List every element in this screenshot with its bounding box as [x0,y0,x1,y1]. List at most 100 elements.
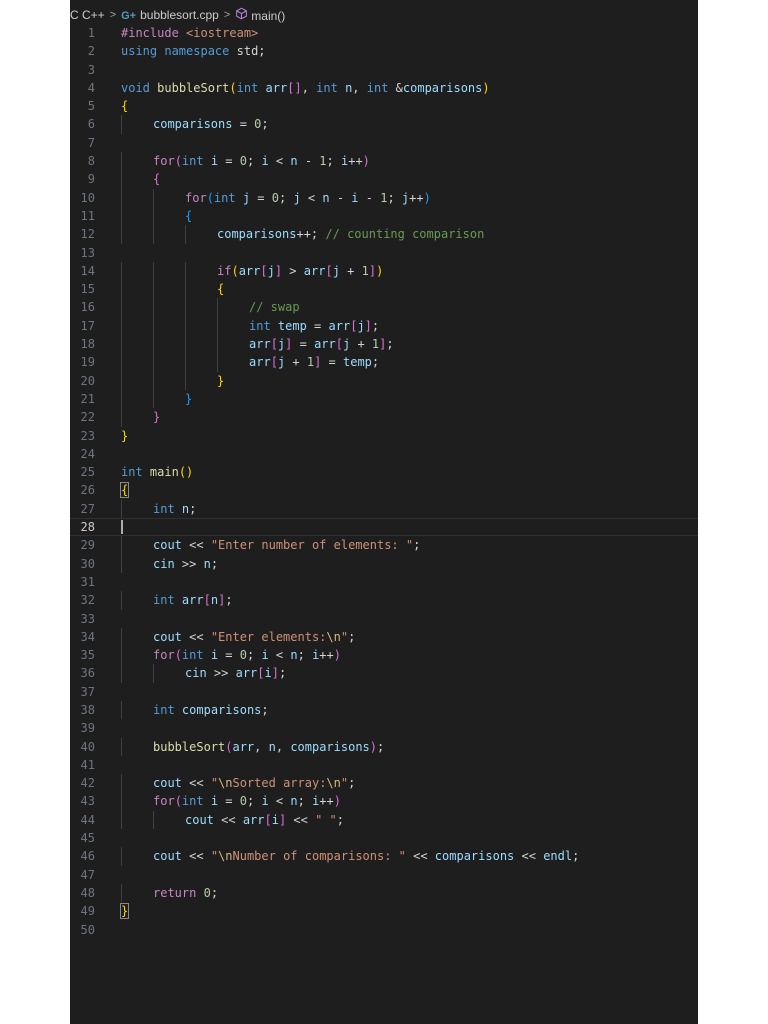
code-line[interactable]: 19 arr[j + 1] = temp; [70,353,698,372]
code-line[interactable]: 34 cout << "Enter elements:\n"; [70,627,698,647]
code-token: ) [423,190,431,205]
code-line[interactable]: 14 if(arr[j] > arr[j + 1]) [70,261,698,281]
code-token: , [352,80,367,95]
code-line[interactable]: 26 { [70,481,698,499]
code-line[interactable]: 31 [70,573,698,591]
code-line[interactable]: 9{ [70,170,698,189]
code-text: { [185,207,192,225]
code-line[interactable]: 8 for(int i = 0; i < n - 1; i++) [70,152,698,171]
code-line[interactable]: 46 cout << "\nNumber of comparisons: " <<… [70,847,698,866]
code-token: ; [572,849,580,864]
indent-guide [153,371,154,390]
code-token: if [217,263,232,278]
code-line[interactable]: 48 return 0; [70,883,698,903]
code-line[interactable]: 6 comparisons = 0; [70,115,698,134]
indent-guide [121,280,122,299]
code-token: // counting comparison [325,227,485,242]
breadcrumb-language[interactable]: C C++ [70,8,105,22]
line-number: 23 [80,428,95,443]
code-token: n [268,739,276,754]
code-line[interactable]: 24 [70,445,698,463]
code-token: ; [386,337,394,352]
code-line[interactable]: 47 [70,866,698,884]
code-line[interactable]: 37 [70,683,698,701]
indent-guide [121,316,122,336]
code-token: ++; [296,227,326,242]
code-token: n [322,190,330,205]
code-area[interactable]: 1 #include <iostream> 2 using namespace std… [70,24,698,939]
code-token: - [358,190,381,205]
code-line[interactable]: 45 [70,829,698,847]
code-token: ) [333,648,341,663]
code-editor[interactable]: C C++ > G+ bubblesort.cpp > main() 1 #incl… [70,0,698,1024]
code-line[interactable]: 1 #include <iostream> [70,24,698,42]
code-line[interactable]: 50 [70,921,698,939]
code-line[interactable]: 13 [70,244,698,262]
code-line[interactable]: 5{ [70,97,698,115]
code-token: ; [297,794,313,809]
code-line[interactable]: 42 cout << "\nSorted array:\n"; [70,774,698,793]
code-line[interactable]: 41 [70,756,698,774]
code-line[interactable]: 43 for(int i = 0; i < n; i++) [70,792,698,811]
code-text: int comparisons; [153,701,269,719]
code-line[interactable]: 10 for(int j = 0; j < n - i - 1; j++) [70,188,698,207]
code-line[interactable]: 38 int comparisons; [70,700,698,720]
code-token: \n [326,629,341,644]
code-token: " [210,776,219,791]
line-number: 4 [87,80,95,95]
code-line[interactable]: 22} [70,408,698,427]
code-line[interactable]: 29 cout << "Enter number of elements: "; [70,536,698,555]
code-token: - [329,190,352,205]
code-line[interactable]: 16 // swap [70,298,698,317]
code-token: j [357,318,365,333]
code-text: int n; [153,500,196,518]
code-line[interactable]: 12 comparisons++; // counting comparison [70,225,698,244]
code-line[interactable]: 32 int arr[n]; [70,591,698,610]
code-token: n [203,556,211,571]
code-line[interactable]: 25 int main() [70,463,698,481]
code-token: for [153,154,175,169]
code-token: + [339,263,362,278]
code-token: = [250,190,272,205]
code-line[interactable]: 7 [70,134,698,152]
code-line[interactable]: 17 int temp = arr[j]; [70,316,698,336]
code-line[interactable]: 35 for(int i = 0; i < n; i++) [70,646,698,665]
code-token: arr [232,739,255,754]
code-text: int main() [121,463,193,481]
code-line[interactable]: 15 { [70,280,698,299]
code-line[interactable]: 18 arr[j] = arr[j + 1]; [70,335,698,354]
code-token: arr [249,337,271,352]
code-token: { [153,172,161,187]
code-line[interactable]: 11 { [70,206,698,226]
code-token: i [271,812,279,827]
code-line[interactable]: 3 [70,61,698,79]
code-token: std; [229,44,266,59]
code-line[interactable]: 4 void bubbleSort(int arr[], int n, int &… [70,79,698,97]
code-token: 0 [271,190,279,205]
code-line[interactable]: 33 [70,610,698,628]
code-line[interactable]: 2 using namespace std; [70,42,698,60]
code-token: i [210,648,219,663]
code-line[interactable]: 21} [70,389,698,409]
line-number: 34 [80,629,95,644]
line-number: 19 [80,355,95,370]
code-text: { [119,481,130,499]
code-token: cout [153,849,182,864]
code-line[interactable]: 44 cout << arr[i] << " "; [70,810,698,830]
code-line[interactable]: 23} [70,427,698,445]
indent-guide [153,810,154,830]
code-line[interactable]: 27 int n; [70,499,698,519]
breadcrumb-symbol[interactable]: main() [235,7,285,23]
code-token: ; [348,776,356,791]
code-line[interactable]: 49} [70,902,698,920]
breadcrumb-file[interactable]: G+ bubblesort.cpp [121,8,219,22]
code-line[interactable]: 36 cin >> arr[i]; [70,664,698,683]
code-line[interactable]: 20} [70,371,698,390]
code-line[interactable]: 39 [70,719,698,737]
code-line[interactable]: 40 bubbleSort(arr, n, comparisons); [70,737,698,756]
code-token: ; [279,190,294,205]
code-line[interactable]: 30 cin >> n; [70,554,698,573]
code-token: ; [278,666,287,681]
code-line[interactable]: 28 [70,518,698,536]
